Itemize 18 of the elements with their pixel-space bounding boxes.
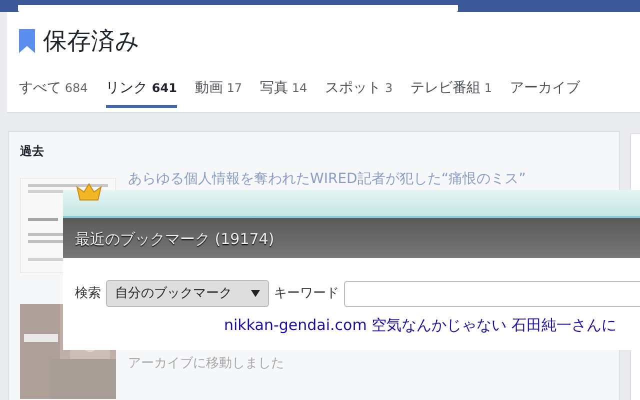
popup-title: 最近のブックマーク (19174) xyxy=(63,218,640,258)
bookmark-link[interactable]: nikkan-gendai.com 空気なんかじゃない 石田純一さんに xyxy=(224,316,616,334)
page-title: 保存済み xyxy=(43,26,140,56)
keyword-label: キーワード xyxy=(274,284,339,303)
keyword-field[interactable] xyxy=(344,280,640,306)
section-title: 過去 xyxy=(19,143,45,160)
search-field[interactable] xyxy=(18,5,458,12)
tab[interactable]: スポット 3 xyxy=(325,78,393,108)
search-label: 検索 xyxy=(75,284,101,303)
tab[interactable]: 動画 17 xyxy=(194,78,242,108)
tab[interactable]: リンク 641 xyxy=(106,78,177,108)
bookmark-icon xyxy=(19,29,35,53)
scope-select[interactable]: 自分のブックマーク xyxy=(106,280,269,307)
tab[interactable]: すべて 684 xyxy=(19,78,88,108)
tab[interactable]: アーカイブ xyxy=(510,78,580,108)
tab[interactable]: テレビ番組 1 xyxy=(410,78,492,108)
caret-icon xyxy=(251,290,260,297)
tab[interactable]: 写真 14 xyxy=(260,78,308,108)
